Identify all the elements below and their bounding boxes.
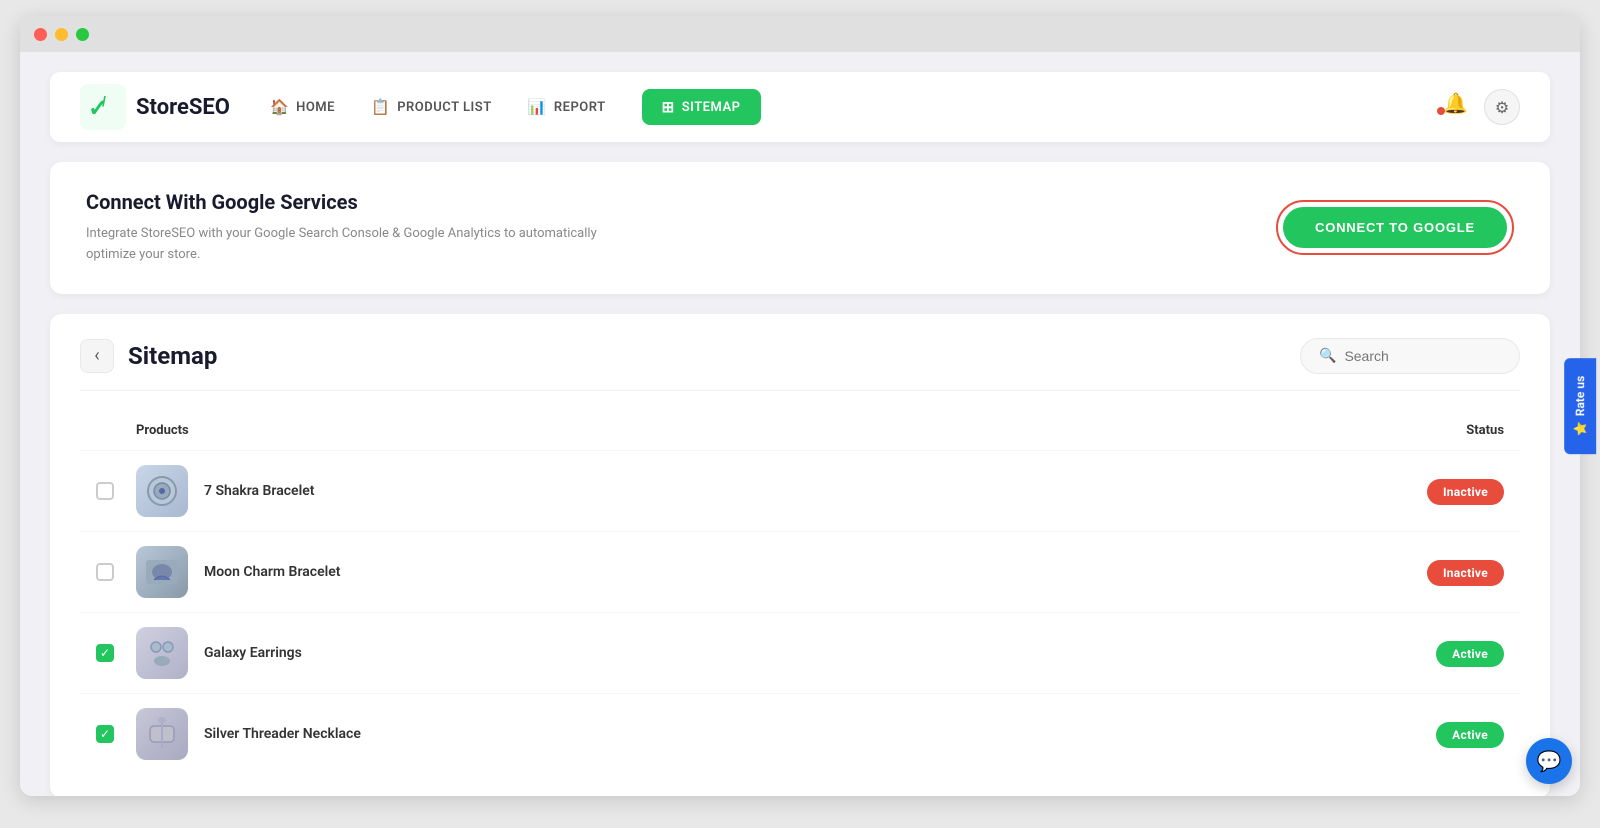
sitemap-title-area: ‹ Sitemap bbox=[80, 339, 217, 373]
row-2-product: Moon Charm Bracelet bbox=[136, 546, 1364, 598]
header-status-col: Status bbox=[1364, 423, 1504, 438]
row-3-product: Galaxy Earrings bbox=[136, 627, 1364, 679]
product-thumbnail bbox=[144, 716, 180, 752]
google-card-text: Connect With Google Services Integrate S… bbox=[86, 190, 606, 266]
product-thumbnail bbox=[144, 473, 180, 509]
sitemap-title: Sitemap bbox=[128, 342, 217, 370]
notification-area: 🔔 bbox=[1443, 91, 1468, 123]
status-badge: Inactive bbox=[1427, 560, 1504, 586]
search-box: 🔍 bbox=[1300, 338, 1520, 374]
titlebar bbox=[20, 16, 1580, 52]
rate-us-tab[interactable]: ⭐ Rate us bbox=[1564, 358, 1596, 454]
product-image bbox=[136, 465, 188, 517]
row-3-check[interactable]: ✓ bbox=[96, 644, 136, 662]
product-thumbnail bbox=[142, 552, 182, 592]
navbar: ✓ / StoreSEO 🏠 HOME 📋 PRODUCT LIST 📊 REP… bbox=[50, 72, 1550, 142]
nav-product-list[interactable]: 📋 PRODUCT LIST bbox=[371, 98, 492, 116]
status-badge: Active bbox=[1436, 641, 1504, 667]
header-products-col: Products bbox=[136, 423, 1364, 438]
nav-report[interactable]: 📊 REPORT bbox=[528, 98, 606, 116]
table-row: 7 Shakra Bracelet Inactive bbox=[80, 450, 1520, 531]
logo-icon: ✓ / bbox=[80, 84, 126, 130]
checkbox-unchecked[interactable] bbox=[96, 482, 114, 500]
table-row: ✓ Galaxy Earrings Active bbox=[80, 612, 1520, 693]
table-header: Products Status bbox=[80, 411, 1520, 450]
sitemap-card: ‹ Sitemap 🔍 Products Status bbox=[50, 314, 1550, 796]
row-2-check[interactable] bbox=[96, 563, 136, 581]
product-name: Moon Charm Bracelet bbox=[204, 564, 340, 580]
nav-home[interactable]: 🏠 HOME bbox=[270, 98, 335, 116]
connect-to-google-button[interactable]: CONNECT TO GOOGLE bbox=[1283, 207, 1507, 248]
status-badge: Active bbox=[1436, 722, 1504, 748]
row-1-product: 7 Shakra Bracelet bbox=[136, 465, 1364, 517]
back-button[interactable]: ‹ bbox=[80, 339, 114, 373]
product-name: Galaxy Earrings bbox=[204, 645, 302, 661]
nav-links: 🏠 HOME 📋 PRODUCT LIST 📊 REPORT ⊞ SITEMAP bbox=[270, 89, 1443, 125]
google-card-title: Connect With Google Services bbox=[86, 190, 606, 214]
row-4-status: Active bbox=[1364, 724, 1504, 743]
row-1-check[interactable] bbox=[96, 482, 136, 500]
search-input[interactable] bbox=[1344, 348, 1494, 364]
nav-sitemap[interactable]: ⊞ SITEMAP bbox=[642, 89, 761, 125]
row-1-status: Inactive bbox=[1364, 481, 1504, 500]
list-icon: 📋 bbox=[371, 98, 390, 116]
nav-right: 🔔 ⚙ bbox=[1443, 89, 1520, 125]
checkbox-unchecked[interactable] bbox=[96, 563, 114, 581]
product-name: Silver Threader Necklace bbox=[204, 726, 361, 742]
product-image bbox=[136, 627, 188, 679]
google-card-description: Integrate StoreSEO with your Google Sear… bbox=[86, 224, 606, 266]
row-3-status: Active bbox=[1364, 643, 1504, 662]
row-4-product: Silver Threader Necklace bbox=[136, 708, 1364, 760]
home-icon: 🏠 bbox=[270, 98, 289, 116]
table-row: Moon Charm Bracelet Inactive bbox=[80, 531, 1520, 612]
product-image bbox=[136, 708, 188, 760]
report-icon: 📊 bbox=[528, 98, 547, 116]
table-row: ✓ Silver Threader Necklace Active bbox=[80, 693, 1520, 774]
maximize-button[interactable] bbox=[76, 28, 89, 41]
row-2-status: Inactive bbox=[1364, 562, 1504, 581]
checkbox-checked[interactable]: ✓ bbox=[96, 644, 114, 662]
app-window: ✓ / StoreSEO 🏠 HOME 📋 PRODUCT LIST 📊 REP… bbox=[20, 16, 1580, 796]
product-image bbox=[136, 546, 188, 598]
svg-text:/: / bbox=[102, 93, 106, 109]
content-area: ✓ / StoreSEO 🏠 HOME 📋 PRODUCT LIST 📊 REP… bbox=[20, 52, 1580, 796]
product-thumbnail bbox=[144, 635, 180, 671]
status-badge: Inactive bbox=[1427, 479, 1504, 505]
search-icon: 🔍 bbox=[1319, 348, 1336, 364]
chat-bubble[interactable]: 💬 bbox=[1526, 738, 1572, 784]
close-button[interactable] bbox=[34, 28, 47, 41]
logo-text: StoreSEO bbox=[136, 95, 230, 120]
bell-icon: 🔔 bbox=[1443, 91, 1468, 115]
logo-area: ✓ / StoreSEO bbox=[80, 84, 230, 130]
chat-icon: 💬 bbox=[1537, 749, 1562, 773]
minimize-button[interactable] bbox=[55, 28, 68, 41]
settings-button[interactable]: ⚙ bbox=[1484, 89, 1520, 125]
sitemap-icon: ⊞ bbox=[662, 98, 675, 116]
connect-button-wrapper: CONNECT TO GOOGLE bbox=[1276, 200, 1514, 255]
star-icon: ⭐ bbox=[1573, 421, 1587, 436]
row-4-check[interactable]: ✓ bbox=[96, 725, 136, 743]
google-connect-card: Connect With Google Services Integrate S… bbox=[50, 162, 1550, 294]
sitemap-header: ‹ Sitemap 🔍 bbox=[80, 338, 1520, 391]
product-name: 7 Shakra Bracelet bbox=[204, 483, 314, 499]
checkbox-checked[interactable]: ✓ bbox=[96, 725, 114, 743]
